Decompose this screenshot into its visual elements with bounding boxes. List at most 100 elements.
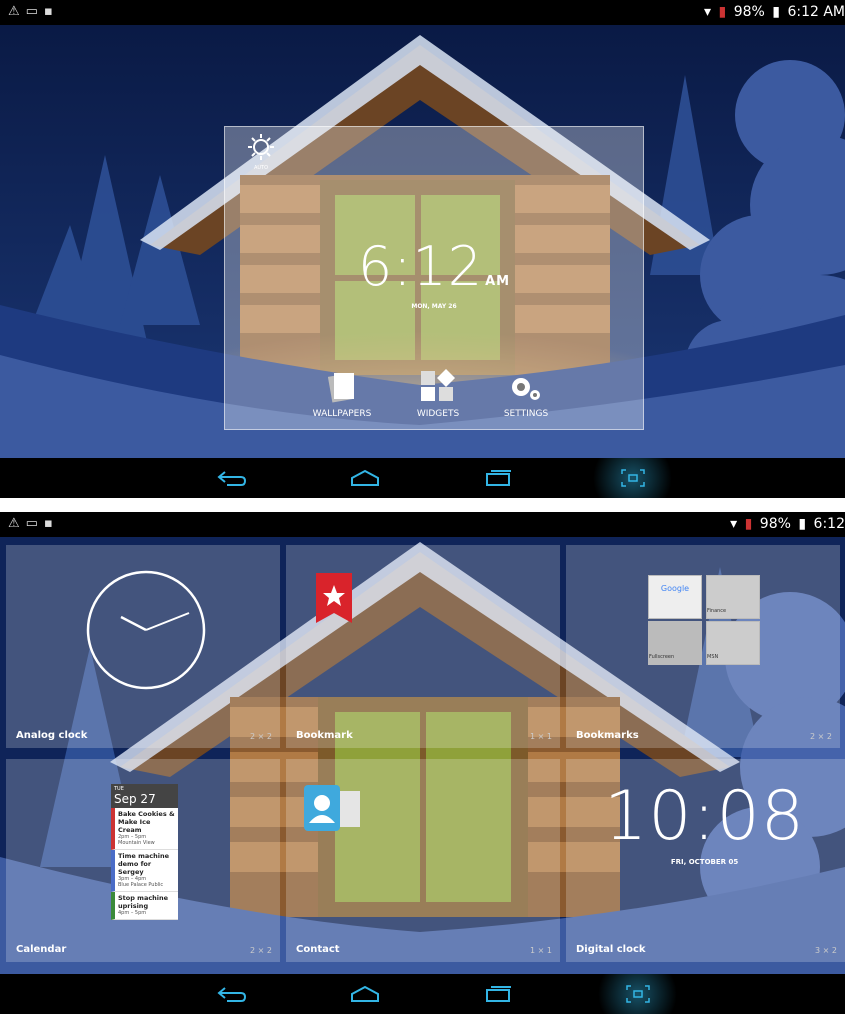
battery-icon: ▮ bbox=[798, 516, 807, 532]
calendar-preview: TUE Sep 27 Bake Cookies & Make Ice Cream… bbox=[111, 784, 178, 920]
screen-icon: ▭ bbox=[25, 516, 44, 531]
widget-label: Analog clock bbox=[16, 730, 88, 741]
thumb-label: Finance bbox=[707, 608, 727, 614]
screenshot-button[interactable] bbox=[585, 974, 690, 1014]
widget-size: 2 × 2 bbox=[810, 732, 832, 741]
brightness-icon bbox=[248, 134, 274, 160]
widget-bookmark[interactable]: Bookmark 1 × 1 bbox=[286, 545, 560, 748]
back-icon bbox=[217, 987, 247, 1002]
widget-size: 1 × 1 bbox=[530, 946, 552, 955]
warning-icon: ⚠ bbox=[8, 516, 26, 531]
status-bar[interactable]: ⚠▭▪ ▾ ▮ 98% ▮ 6:12 AM bbox=[0, 0, 845, 25]
widget-calendar[interactable]: TUE Sep 27 Bake Cookies & Make Ice Cream… bbox=[6, 759, 280, 962]
screenshot-icon bbox=[625, 985, 650, 1003]
thumb-label: MSN bbox=[707, 654, 719, 660]
recent-apps-button[interactable] bbox=[463, 974, 533, 1014]
warning-icon: ⚠ bbox=[8, 4, 26, 19]
calendar-event: Bake Cookies & Make Ice Cream 2pm – 5pm … bbox=[111, 808, 178, 850]
calendar-event: Time machine demo for Sergey 3pm – 4pm B… bbox=[111, 850, 178, 892]
clock-widget[interactable]: 6:12 AM bbox=[225, 235, 643, 298]
widgets-icon bbox=[393, 367, 483, 403]
widget-bookmarks[interactable]: Google Finance Fullscreen MSN Bookmarks … bbox=[566, 545, 840, 748]
status-time: 6:12 bbox=[813, 516, 845, 532]
widgets-label: WIDGETS bbox=[416, 409, 460, 419]
recent-apps-icon bbox=[486, 470, 511, 486]
navigation-bar bbox=[0, 458, 845, 498]
wallpapers-button[interactable]: WALLPAPERS bbox=[297, 367, 387, 419]
wallpapers-icon bbox=[297, 367, 387, 403]
status-right: ▾ ▮ 98% ▮ 6:12 bbox=[727, 516, 845, 532]
widget-analog-clock[interactable]: Analog clock 2 × 2 bbox=[6, 545, 280, 748]
bookmark-thumb: MSN bbox=[706, 621, 760, 665]
bookmark-thumb: Fullscreen bbox=[648, 621, 702, 665]
widget-size: 1 × 1 bbox=[530, 732, 552, 741]
customize-overlay: AUTO 6:12 AM MON, MAY 26 WALLPAPERS WIDGE… bbox=[224, 126, 644, 430]
recent-apps-icon bbox=[486, 986, 511, 1002]
status-right: ▾ ▮ 98% ▮ 6:12 AM bbox=[701, 4, 845, 20]
brightness-toggle[interactable]: AUTO bbox=[243, 133, 279, 171]
status-time: 6:12 AM bbox=[787, 4, 845, 20]
bookmarks-preview: Google Finance Fullscreen MSN bbox=[648, 575, 760, 665]
analog-clock-icon bbox=[86, 570, 206, 690]
bookmark-thumb: Google bbox=[648, 575, 702, 619]
widget-label: Bookmarks bbox=[576, 730, 639, 741]
calendar-day: Sep 27 bbox=[114, 792, 156, 806]
contact-icon bbox=[304, 785, 360, 831]
thumb-google-text: Google bbox=[660, 584, 690, 593]
home-button[interactable] bbox=[330, 458, 400, 498]
widget-picker-screen: ⚠▭▪ ▾ ▮ 98% ▮ 6:12 Analog clock 2 × 2 Bo… bbox=[0, 512, 845, 1014]
back-button[interactable] bbox=[197, 458, 267, 498]
screenshot-button[interactable] bbox=[580, 458, 685, 498]
screenshot-icon bbox=[620, 469, 645, 487]
wallpapers-label: WALLPAPERS bbox=[312, 409, 372, 419]
thumb-label: Fullscreen bbox=[649, 654, 675, 660]
widget-list: Analog clock 2 × 2 Bookmark 1 × 1 Google… bbox=[0, 545, 845, 963]
battery-level: 98% bbox=[759, 516, 791, 532]
notification-icons: ⚠▭▪ bbox=[8, 4, 59, 19]
clock-ampm: AM bbox=[485, 274, 511, 289]
event-title: Bake Cookies & Make Ice Cream bbox=[118, 810, 175, 834]
event-title: Stop machine uprising bbox=[118, 894, 169, 910]
widget-label: Calendar bbox=[16, 944, 67, 955]
event-place: Blue Palace Public bbox=[118, 882, 164, 888]
settings-button[interactable]: SETTINGS bbox=[481, 367, 571, 419]
battery-icon: ▮ bbox=[772, 4, 780, 20]
digital-clock-date: FRI, OCTOBER 05 bbox=[670, 858, 739, 866]
bookmark-icon bbox=[316, 573, 352, 623]
event-place: Mountain View bbox=[118, 840, 155, 846]
recent-apps-button[interactable] bbox=[463, 458, 533, 498]
widget-label: Contact bbox=[296, 944, 340, 955]
back-button[interactable] bbox=[197, 974, 267, 1014]
widget-contact[interactable]: Contact 1 × 1 bbox=[286, 759, 560, 962]
clock-time: 6:12 bbox=[357, 235, 484, 298]
digital-clock-preview: 10:08 FRI, OCTOBER 05 bbox=[604, 777, 805, 866]
brightness-label: AUTO bbox=[253, 165, 269, 171]
widget-digital-clock[interactable]: 10:08 FRI, OCTOBER 05 Digital clock 3 × … bbox=[566, 759, 845, 962]
status-bar[interactable]: ⚠▭▪ ▾ ▮ 98% ▮ 6:12 bbox=[0, 512, 845, 537]
event-time: 4pm – 5pm bbox=[118, 910, 147, 916]
widgets-button[interactable]: WIDGETS bbox=[393, 367, 483, 419]
home-icon bbox=[351, 469, 379, 486]
widget-label: Bookmark bbox=[296, 730, 353, 741]
lock-icon: ▪ bbox=[43, 4, 59, 19]
signal-icon: ▮ bbox=[718, 4, 727, 20]
lock-icon: ▪ bbox=[43, 516, 59, 531]
home-icon bbox=[351, 985, 379, 1002]
calendar-header: TUE Sep 27 bbox=[111, 784, 178, 808]
digital-clock-time: 10:08 bbox=[604, 777, 805, 856]
widget-size: 2 × 2 bbox=[250, 732, 272, 741]
screen-icon: ▭ bbox=[25, 4, 44, 19]
navigation-bar bbox=[0, 974, 845, 1014]
back-icon bbox=[217, 471, 247, 486]
wifi-icon: ▾ bbox=[704, 4, 712, 20]
event-title: Time machine demo for Sergey bbox=[118, 852, 170, 876]
widget-size: 3 × 2 bbox=[815, 946, 837, 955]
bookmark-thumb: Finance bbox=[706, 575, 760, 619]
home-button[interactable] bbox=[330, 974, 400, 1014]
calendar-event: Stop machine uprising 4pm – 5pm bbox=[111, 892, 178, 920]
notification-icons: ⚠▭▪ bbox=[8, 516, 59, 531]
signal-icon: ▮ bbox=[744, 516, 753, 532]
widget-size: 2 × 2 bbox=[250, 946, 272, 955]
clock-date: MON, MAY 26 bbox=[411, 303, 457, 310]
wifi-icon: ▾ bbox=[730, 516, 738, 532]
